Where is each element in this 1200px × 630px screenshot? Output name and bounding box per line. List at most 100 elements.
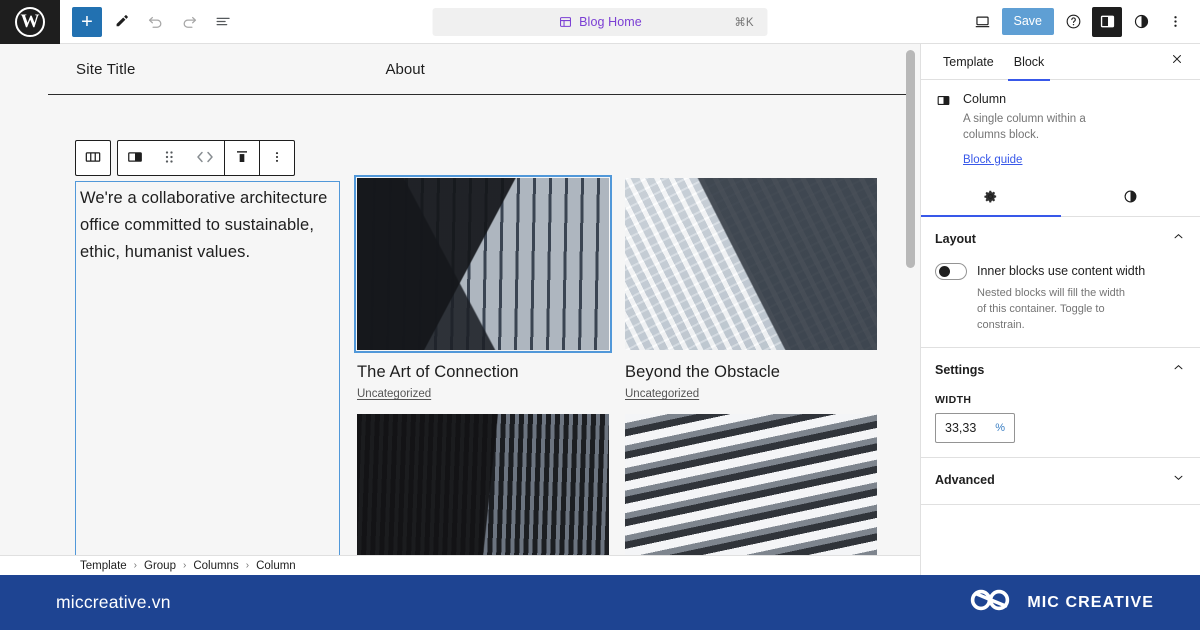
save-button[interactable]: Save	[1001, 8, 1054, 35]
layout-panel-header[interactable]: Layout	[935, 229, 1186, 249]
align-top-icon	[232, 147, 252, 170]
plus-icon: +	[81, 10, 93, 33]
breadcrumb: Template › Group › Columns › Column	[0, 555, 920, 575]
block-actions-group	[117, 140, 295, 176]
block-name: Column	[963, 92, 1007, 106]
column-icon	[125, 147, 145, 170]
breadcrumb-separator: ›	[182, 560, 187, 571]
post-category[interactable]: Uncategorized	[357, 388, 609, 400]
post-featured-image[interactable]	[625, 414, 877, 575]
post-card[interactable]	[357, 414, 609, 575]
breadcrumb-item-column[interactable]: Column	[256, 560, 296, 572]
nav-item-about[interactable]: About	[386, 61, 425, 78]
post-card[interactable]	[625, 414, 877, 575]
wordpress-site-editor: W + Blog Home ⌘K Save Site Title About W…	[0, 0, 1200, 630]
document-bar[interactable]: Blog Home ⌘K	[432, 7, 768, 36]
toggle-help-text: Nested blocks will fill the width of thi…	[977, 286, 1125, 331]
chevron-down-icon[interactable]	[1171, 470, 1186, 490]
close-sidebar-button[interactable]	[1164, 49, 1190, 75]
block-guide-link[interactable]: Block guide	[963, 154, 1022, 166]
command-shortcut: ⌘K	[734, 16, 754, 29]
help-button[interactable]	[1058, 7, 1088, 37]
block-options-button[interactable]	[260, 141, 294, 175]
list-view-button[interactable]	[208, 7, 238, 37]
close-icon	[1170, 52, 1184, 71]
banner-brand: MIC CREATIVE	[968, 587, 1154, 618]
sidebar-tabs: Template Block	[921, 44, 1200, 81]
gear-icon	[982, 188, 999, 210]
tab-template[interactable]: Template	[933, 44, 1004, 80]
three-dots-vertical-icon	[1166, 12, 1185, 31]
breadcrumb-item-template[interactable]: Template	[80, 560, 127, 572]
chevron-up-icon[interactable]	[1171, 360, 1186, 380]
wordpress-logo-button[interactable]: W	[0, 0, 60, 44]
styles-tab[interactable]	[1061, 182, 1200, 216]
width-input-wrapper[interactable]: %	[935, 413, 1015, 444]
width-unit-label[interactable]: %	[995, 422, 1005, 434]
inner-blocks-content-width-toggle[interactable]	[935, 262, 967, 280]
columns-icon	[83, 147, 103, 170]
parent-block-group	[75, 140, 111, 176]
post-card[interactable]: The Art of Connection Uncategorized	[354, 175, 612, 400]
settings-sidebar-button[interactable]	[1092, 6, 1122, 37]
post-featured-image[interactable]	[357, 414, 609, 575]
half-circle-icon	[1122, 188, 1139, 210]
post-title[interactable]: The Art of Connection	[357, 363, 609, 382]
styles-button[interactable]	[1126, 7, 1156, 37]
post-category[interactable]: Uncategorized	[625, 388, 877, 400]
undo-icon	[146, 12, 165, 31]
breadcrumb-item-columns[interactable]: Columns	[193, 560, 238, 572]
editor-canvas: Site Title About We're a collaborative a…	[0, 44, 920, 575]
move-left-right-button[interactable]	[186, 141, 224, 175]
settings-panel-header[interactable]: Settings	[935, 360, 1186, 380]
template-icon	[558, 15, 572, 29]
post-title[interactable]: Beyond the Obstacle	[625, 363, 877, 382]
breadcrumb-separator: ›	[245, 560, 250, 571]
settings-panel: Settings WIDTH %	[921, 348, 1200, 459]
selected-column-block[interactable]: We're a collaborative architecture offic…	[75, 181, 340, 558]
inner-blocks-toggle-row: Inner blocks use content width	[935, 262, 1186, 280]
post-grid: The Art of Connection Uncategorized Beyo…	[354, 175, 897, 575]
three-dots-vertical-icon	[268, 148, 286, 169]
post-featured-image[interactable]	[354, 175, 612, 353]
add-block-button[interactable]: +	[72, 6, 102, 37]
top-bar-tools: +	[60, 6, 238, 37]
half-circle-icon	[1132, 12, 1151, 31]
wordpress-logo-icon: W	[15, 6, 45, 37]
chevron-left-right-icon	[192, 148, 218, 169]
settings-sidebar: Template Block Column A single column wi…	[920, 44, 1200, 575]
breadcrumb-item-group[interactable]: Group	[144, 560, 176, 572]
redo-button[interactable]	[174, 7, 204, 37]
editor-top-bar: W + Blog Home ⌘K Save	[0, 0, 1200, 44]
layout-panel-title: Layout	[935, 231, 976, 246]
width-input[interactable]	[945, 421, 985, 436]
paragraph-block[interactable]: We're a collaborative architecture offic…	[76, 182, 339, 267]
chevron-up-icon[interactable]	[1171, 229, 1186, 249]
undo-button[interactable]	[140, 7, 170, 37]
advanced-panel-header[interactable]: Advanced	[935, 470, 1186, 490]
site-title[interactable]: Site Title	[76, 61, 136, 78]
drag-handle[interactable]	[152, 141, 186, 175]
tab-block[interactable]: Block	[1004, 44, 1055, 81]
list-view-icon	[214, 12, 233, 31]
drag-dots-icon	[163, 147, 175, 170]
settings-tab[interactable]	[921, 182, 1061, 217]
post-featured-image[interactable]	[625, 178, 877, 350]
banner-url: miccreative.vn	[56, 592, 171, 612]
sidebar-icon-tabs	[921, 182, 1200, 217]
top-bar-right-tools: Save	[968, 6, 1191, 37]
block-info-card: Column A single column within a columns …	[921, 80, 1200, 168]
parent-columns-button[interactable]	[76, 141, 110, 175]
canvas-scrollbar[interactable]	[906, 50, 915, 268]
question-circle-icon	[1064, 12, 1083, 31]
options-button[interactable]	[1160, 7, 1190, 37]
column-icon	[935, 92, 952, 168]
column-block-type-button[interactable]	[118, 141, 152, 175]
block-description: A single column within a columns block.	[963, 113, 1086, 142]
post-card[interactable]: Beyond the Obstacle Uncategorized	[625, 178, 877, 400]
edit-mode-button[interactable]	[106, 7, 136, 37]
vertical-align-button[interactable]	[225, 141, 259, 175]
advanced-panel: Advanced	[921, 458, 1200, 506]
view-button[interactable]	[968, 7, 998, 37]
template-preview: Site Title About We're a collaborative a…	[48, 44, 913, 575]
